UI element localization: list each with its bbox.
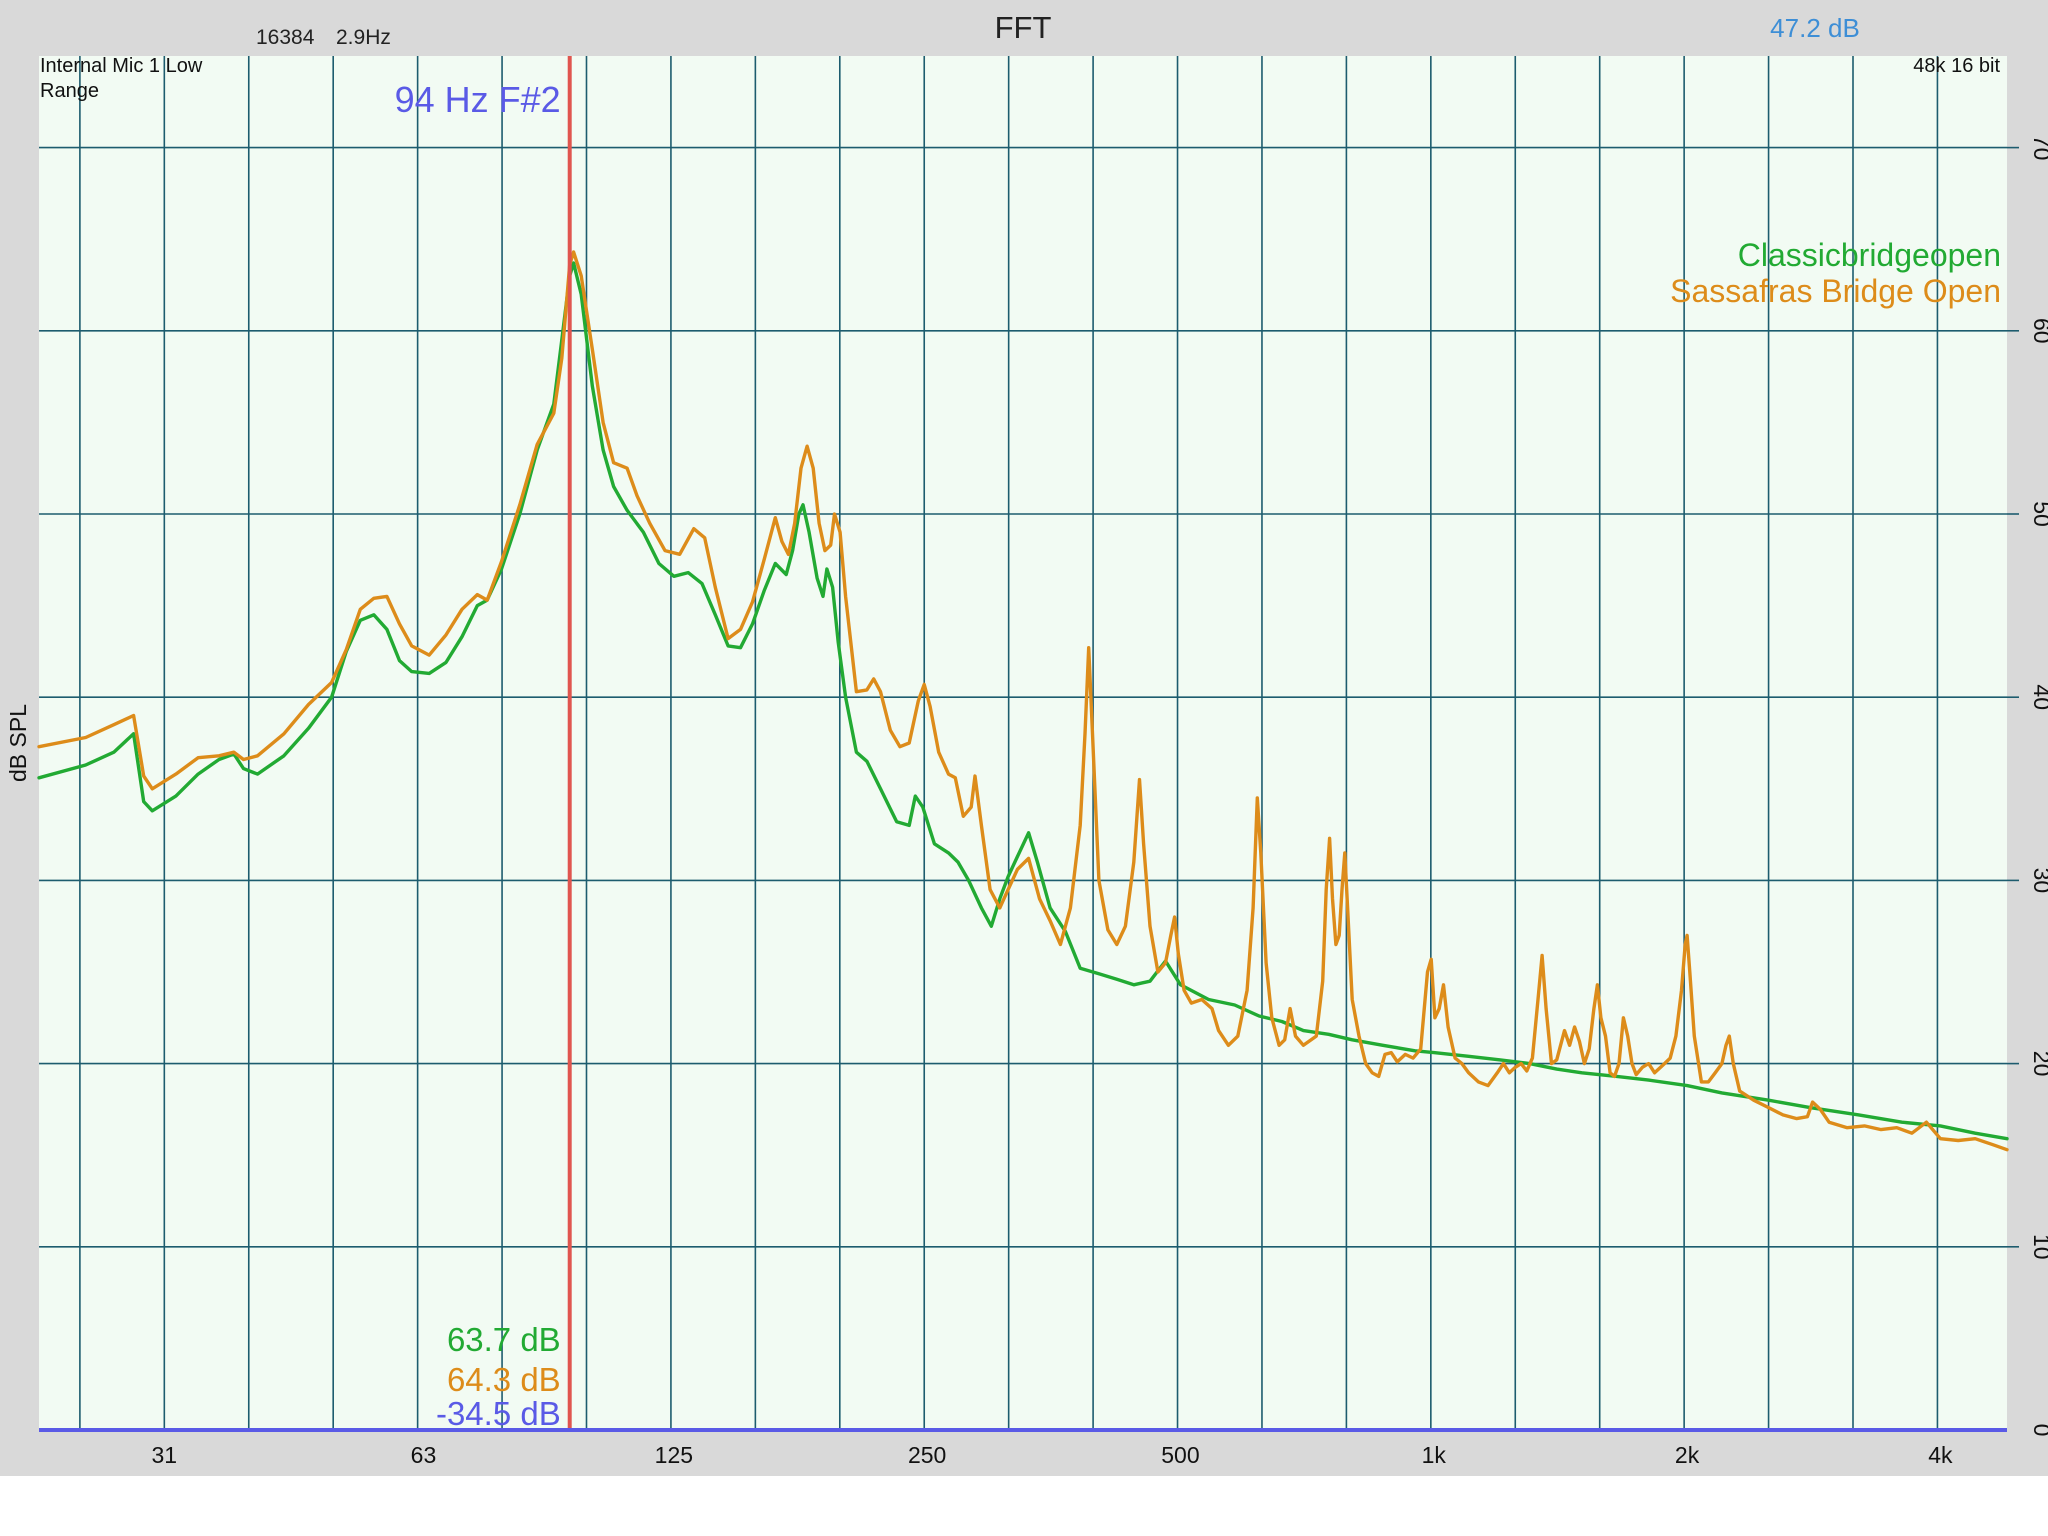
x-tick-label: 63 xyxy=(411,1442,437,1468)
y-tick-label: 70 xyxy=(2029,135,2048,161)
input-source-line-2: Range xyxy=(40,80,99,102)
x-tick-label: 500 xyxy=(1161,1442,1199,1468)
y-axis-label: dB SPL xyxy=(5,704,31,782)
legend-entry: Classicbridgeopen xyxy=(1738,237,2001,273)
fft-analyzer-screen: 94 Hz F#2 63.7 dB 64.3 dB -34.5 dB 31 63 125… xyxy=(0,0,2048,1536)
y-tick-label: 30 xyxy=(2029,868,2048,894)
cursor-readout: -34.5 dB xyxy=(436,1395,561,1432)
x-tick-label: 125 xyxy=(655,1442,693,1468)
y-tick-label: 10 xyxy=(2029,1234,2048,1260)
y-tick-label: 0 xyxy=(2029,1424,2048,1437)
frequency-resolution: 2.9Hz xyxy=(336,26,391,49)
y-tick-label: 40 xyxy=(2029,684,2048,710)
cursor-readouts: 63.7 dB64.3 dB-34.5 dB xyxy=(436,1321,561,1432)
cursor-note-label: 94 Hz F#2 xyxy=(395,79,561,120)
y-tick-label: 60 xyxy=(2029,318,2048,344)
x-tick-label: 250 xyxy=(908,1442,946,1468)
x-tick-label: 31 xyxy=(152,1442,178,1468)
x-tick-label: 4k xyxy=(1928,1442,1953,1468)
format-label: 48k 16 bit xyxy=(1913,55,2000,77)
fft-size: 16384 xyxy=(256,26,315,49)
y-tick-label: 50 xyxy=(2029,501,2048,527)
x-tick-label: 1k xyxy=(1422,1442,1447,1468)
bottom-whitespace xyxy=(0,1476,2048,1536)
fft-chart[interactable]: 94 Hz F#2 63.7 dB64.3 dB-34.5 dB 31 63 125… xyxy=(0,0,2048,1536)
legend-entry: Sassafras Bridge Open xyxy=(1670,273,2001,309)
plot-area[interactable] xyxy=(39,56,2007,1430)
cursor-readout: 64.3 dB xyxy=(447,1361,561,1398)
chart-title: FFT xyxy=(995,10,1052,45)
y-tick-label: 20 xyxy=(2029,1051,2048,1077)
cursor-readout: 63.7 dB xyxy=(447,1321,561,1358)
x-tick-label: 2k xyxy=(1675,1442,1700,1468)
input-source-line-1: Internal Mic 1 Low xyxy=(40,55,203,77)
level-readout: 47.2 dB xyxy=(1770,13,1860,43)
